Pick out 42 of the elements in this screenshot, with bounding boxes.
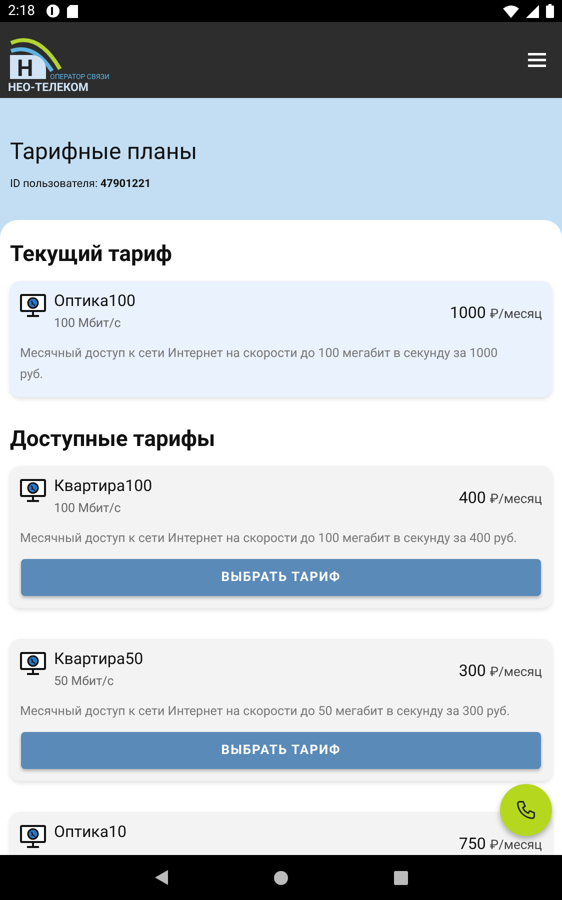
user-id: 47901221: [100, 177, 151, 190]
wifi-icon: [503, 4, 519, 18]
recents-icon[interactable]: [394, 870, 408, 884]
plan-price: 750: [458, 834, 486, 853]
section-heading: Текущий тариф: [10, 242, 173, 267]
plan-name: Квартира100: [54, 476, 154, 495]
monitor-globe-icon: [20, 652, 46, 676]
section-heading: Доступные тарифы: [10, 427, 216, 452]
price-unit: ₽/месяц: [490, 838, 542, 853]
plan-name: Оптика10: [54, 822, 128, 841]
plan-description: Месячный доступ к сети Интернет на скорости до 50 мегабит в секунду за 300 руб.: [20, 703, 511, 721]
signal-icon: [526, 4, 539, 18]
monitor-globe-icon: [20, 825, 46, 849]
plan-speed: 100 Мбит/с: [54, 501, 122, 516]
page-title: Тарифные планы: [10, 138, 198, 165]
plan-price: 300: [458, 661, 486, 680]
price-unit: ₽/месяц: [490, 307, 542, 322]
plan-speed: 50 Мбит/с: [54, 674, 115, 689]
plan-price: 400: [458, 488, 486, 507]
battery-icon: [546, 4, 554, 18]
select-plan-button[interactable]: ВЫБРАТЬ ТАРИФ: [21, 732, 541, 769]
logo-name: НЕО-ТЕЛЕКОМ: [8, 82, 88, 94]
plan-name: Оптика100: [54, 291, 136, 310]
monitor-globe-icon: [20, 479, 46, 503]
plan-description: Месячный доступ к сети Интернет на скорости до 100 мегабит в секунду за 400 руб.: [20, 530, 518, 548]
price-unit: ₽/месяц: [490, 665, 542, 680]
logo-letter: Н: [17, 57, 34, 80]
menu-icon[interactable]: [528, 53, 546, 67]
notification-icon: [46, 4, 60, 18]
home-icon[interactable]: [274, 870, 288, 884]
plan-speed: 100 Мбит/с: [54, 316, 122, 331]
user-id-label: ID пользователя:: [10, 177, 98, 190]
plan-price: 1000: [450, 303, 486, 322]
select-plan-button[interactable]: ВЫБРАТЬ ТАРИФ: [21, 559, 541, 596]
plan-name: Квартира50: [54, 649, 144, 668]
back-icon[interactable]: [154, 870, 168, 885]
monitor-globe-icon: [20, 294, 46, 318]
status-time: 2:18: [8, 3, 35, 19]
price-unit: ₽/месяц: [490, 492, 542, 507]
sd-card-icon: [67, 4, 78, 18]
plan-description: Месячный доступ к сети Интернет на скорости до 100 мегабит в секунду за 1000 руб.: [20, 345, 499, 384]
phone-icon: [515, 799, 537, 821]
